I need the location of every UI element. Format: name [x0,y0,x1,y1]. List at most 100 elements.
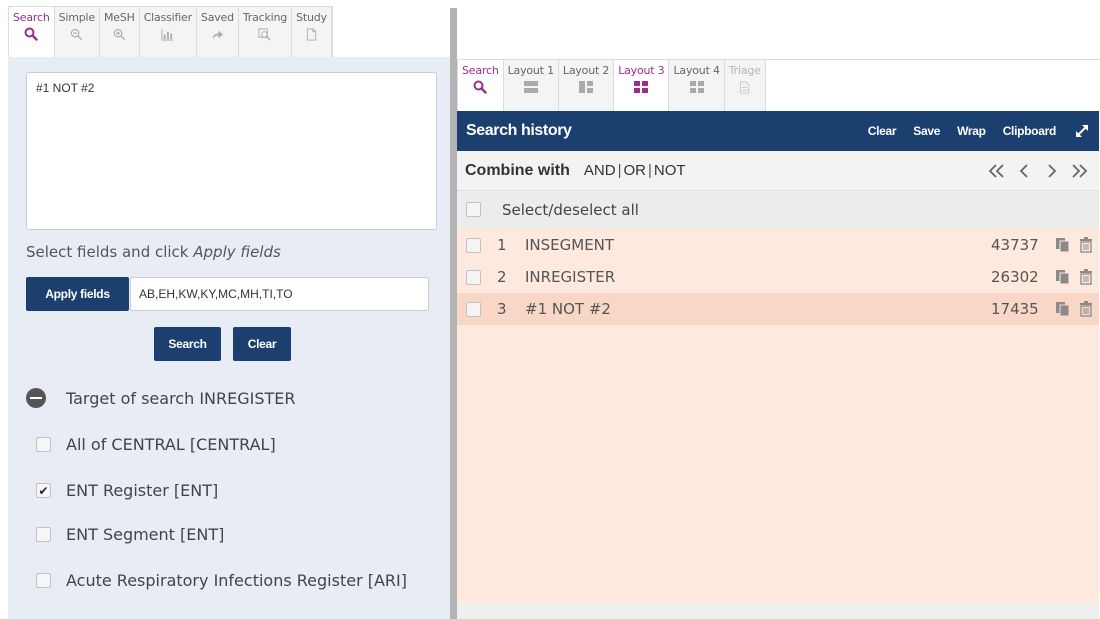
tab-search[interactable]: Search [9,7,55,57]
tab-label: Layout 3 [618,64,665,77]
tab-simple[interactable]: Simple [54,7,100,57]
app-root: Search Simple MeSH Classifier Saved Trac… [0,0,1100,619]
select-all-row[interactable]: Select/deselect all [457,190,1099,228]
tab-label: Classifier [143,11,192,24]
panel-splitter[interactable] [450,8,457,619]
fields-hint: Select fields and click Apply fields [26,243,281,261]
tab-saved[interactable]: Saved [196,7,239,57]
combine-label: Combine with [465,161,570,179]
row-checkbox[interactable] [466,269,481,285]
prev-page-icon[interactable] [1011,158,1037,184]
database-option[interactable]: ENT Segment [ENT] [36,525,224,544]
bar-chart-icon [161,27,174,41]
search-history-body: Combine with AND | OR | NOT Select/desel… [457,151,1099,619]
history-pager [981,158,1093,184]
database-checkbox[interactable] [36,573,51,588]
share-arrow-icon [211,27,224,41]
row-query[interactable]: #1 NOT #2 [525,300,991,318]
history-clear-button[interactable]: Clear [868,124,897,138]
tab-layout-3[interactable]: Layout 3 [614,60,670,111]
fields-hint-text: Select fields and click [26,243,194,261]
trash-icon[interactable] [1076,235,1096,255]
database-option[interactable]: Acute Respiratory Infections Register [A… [36,571,407,590]
history-wrap-button[interactable]: Wrap [957,124,986,138]
tab-label: Tracking [242,11,288,24]
trash-icon[interactable] [1076,267,1096,287]
search-panel: #1 NOT #2 Select fields and click Apply … [8,57,450,619]
query-textarea[interactable]: #1 NOT #2 [26,72,437,230]
tracking-icon [258,27,271,41]
apply-fields-button[interactable]: Apply fields [26,277,129,311]
first-page-icon[interactable] [983,158,1009,184]
operator-separator: | [617,162,622,179]
document-icon [306,27,317,41]
database-option[interactable]: ENT Register [ENT] [36,481,218,500]
combine-or-link[interactable]: OR [623,162,646,179]
combine-row: Combine with AND | OR | NOT [457,151,1099,190]
copy-icon[interactable] [1053,299,1073,319]
zoom-in-icon [113,27,126,41]
target-label: Target of search INREGISTER [66,388,296,408]
search-icon [473,80,487,94]
tab-label: Study [296,11,327,24]
select-all-checkbox[interactable] [466,202,481,217]
copy-icon[interactable] [1053,267,1073,287]
database-label: ENT Register [ENT] [66,481,219,500]
tab-label: Search [462,64,499,77]
database-option[interactable]: All of CENTRAL [CENTRAL] [36,435,276,454]
tab-layout-4[interactable]: Layout 4 [669,60,725,111]
database-label: All of CENTRAL [CENTRAL] [66,435,276,454]
database-checkbox[interactable] [36,437,51,452]
history-clipboard-button[interactable]: Clipboard [1003,124,1057,138]
last-page-icon[interactable] [1067,158,1093,184]
collapse-minus-icon[interactable] [26,388,46,408]
tab-label: MeSH [103,11,135,24]
combine-operators: AND | OR | NOT [584,162,686,179]
row-number: 3 [497,300,507,318]
database-checkbox[interactable] [36,483,51,498]
row-query[interactable]: INSEGMENT [525,236,991,254]
tab-study[interactable]: Study [292,7,332,57]
table-row[interactable]: 2 INREGISTER 26302 [457,261,1099,293]
tab-label: Layout 4 [673,64,720,77]
row-count[interactable]: 17435 [991,300,1053,318]
trash-icon[interactable] [1076,299,1096,319]
row-checkbox[interactable] [466,301,481,317]
row-count[interactable]: 26302 [991,268,1053,286]
fields-hint-emphasis: Apply fields [193,243,281,261]
expand-icon[interactable] [1073,122,1091,140]
select-all-label: Select/deselect all [502,200,639,219]
tab-tracking[interactable]: Tracking [238,7,293,57]
search-button[interactable]: Search [154,327,221,361]
tab-label: Layout 1 [507,64,554,77]
tab-label: Saved [200,11,234,24]
tab-layout-1[interactable]: Layout 1 [503,60,559,111]
combine-and-link[interactable]: AND [584,162,616,179]
tab-classifier[interactable]: Classifier [139,7,197,57]
tab-triage[interactable]: Triage [724,60,766,111]
combine-not-link[interactable]: NOT [654,162,686,179]
table-row[interactable]: 3 #1 NOT #2 17435 [457,293,1099,325]
tab-mesh[interactable]: MeSH [99,7,140,57]
row-number: 1 [497,236,507,254]
database-checkbox[interactable] [36,527,51,542]
next-page-icon[interactable] [1039,158,1065,184]
right-tab-strip: Search Layout 1 Layout 2 Layout 3 Layout… [457,59,766,111]
clear-button[interactable]: Clear [233,327,291,361]
operator-separator: | [647,162,652,179]
history-save-button[interactable]: Save [913,124,940,138]
row-query[interactable]: INREGISTER [525,268,991,286]
tab-layout-2[interactable]: Layout 2 [558,60,615,111]
search-icon [24,27,38,41]
history-footer [457,603,1099,619]
history-actions: Clear Save Wrap Clipboard [851,122,1099,140]
copy-icon[interactable] [1053,235,1073,255]
fields-input[interactable]: AB,EH,KW,KY,MC,MH,TI,TO [130,277,429,311]
target-of-search[interactable]: Target of search INREGISTER [26,388,296,408]
layout-2-icon [579,80,594,94]
tab-history-search[interactable]: Search [458,60,504,111]
row-count[interactable]: 43737 [991,236,1053,254]
history-title: Search history [466,122,572,139]
table-row[interactable]: 1 INSEGMENT 43737 [457,229,1099,261]
row-checkbox[interactable] [466,237,481,253]
